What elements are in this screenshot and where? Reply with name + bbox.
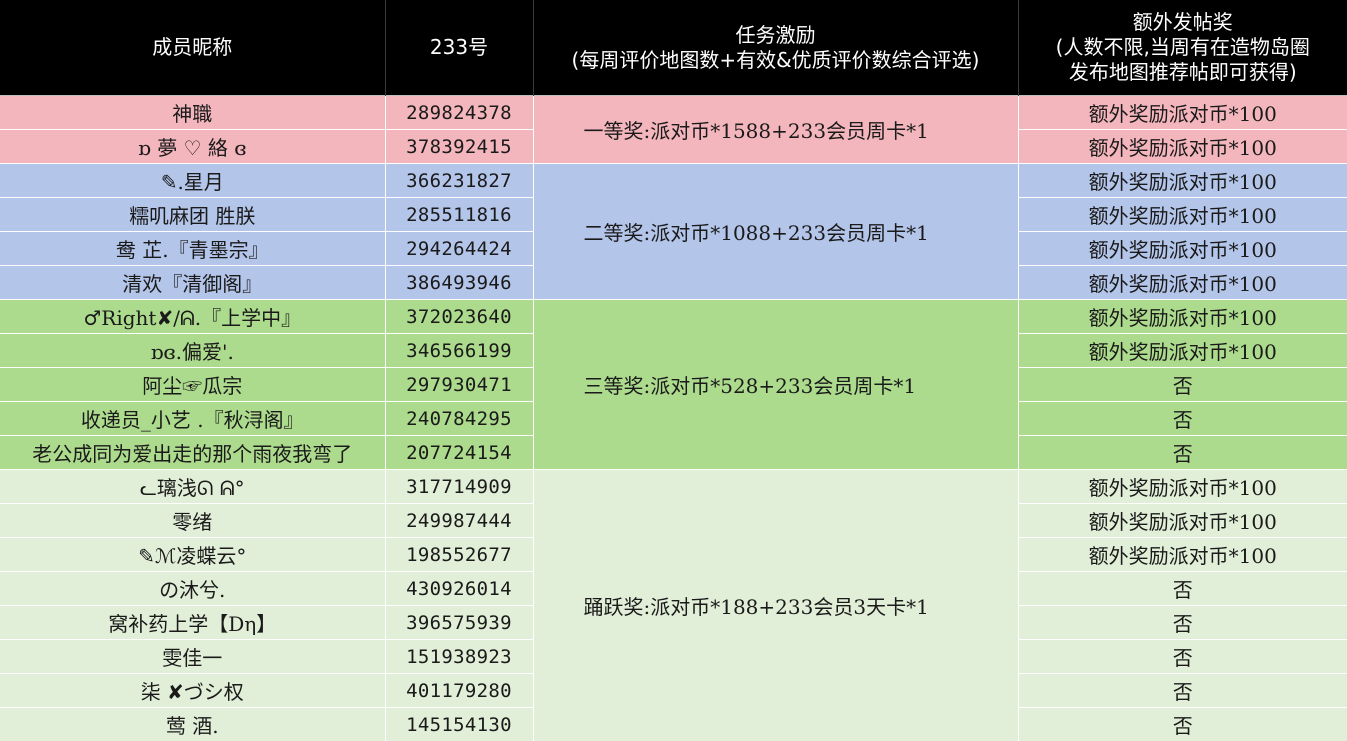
bonus-cell: 否 [1018, 606, 1347, 640]
header-nickname-text: 成员昵称 [0, 35, 385, 60]
member-nickname-cell: 清欢『清御阁』 [0, 266, 385, 300]
header-incentive-line1: 任务激励 [534, 23, 1018, 48]
member-id-cell: 378392415 [385, 130, 533, 164]
member-id-cell: 386493946 [385, 266, 533, 300]
member-nickname-cell: 老公成同为爱出走的那个雨夜我弯了 [0, 436, 385, 470]
bonus-cell: 额外奖励派对币*100 [1018, 334, 1347, 368]
table-row: ✎.星月366231827二等奖:派对币*1088+233会员周卡*1额外奖励派… [0, 164, 1347, 198]
bonus-cell: 额外奖励派对币*100 [1018, 538, 1347, 572]
tier-reward-cell: 三等奖:派对币*528+233会员周卡*1 [533, 300, 1018, 470]
tier-reward-cell: 二等奖:派对币*1088+233会员周卡*1 [533, 164, 1018, 300]
bonus-cell: 额外奖励派对币*100 [1018, 470, 1347, 504]
bonus-cell: 额外奖励派对币*100 [1018, 96, 1347, 130]
member-nickname-cell: ♂Right✘/ᕱ.『上学中』 [0, 300, 385, 334]
header-nickname: 成员昵称 [0, 0, 385, 96]
header-bonus: 额外发帖奖 (人数不限,当周有在造物岛圈 发布地图推荐帖即可获得) [1018, 0, 1347, 96]
member-nickname-cell: ᓚ璃浅ᘏ ᕱ° [0, 470, 385, 504]
bonus-cell: 额外奖励派对币*100 [1018, 198, 1347, 232]
member-id-cell: 249987444 [385, 504, 533, 538]
header-row: 成员昵称 233号 任务激励 (每周评价地图数+有效&优质评价数综合评选) 额外… [0, 0, 1347, 96]
bonus-cell: 否 [1018, 436, 1347, 470]
member-id-cell: 207724154 [385, 436, 533, 470]
member-id-cell: 317714909 [385, 470, 533, 504]
bonus-cell: 额外奖励派对币*100 [1018, 266, 1347, 300]
header-incentive-line2: (每周评价地图数+有效&优质评价数综合评选) [534, 48, 1018, 73]
member-nickname-cell: の沐兮. [0, 572, 385, 606]
header-bonus-line2: (人数不限,当周有在造物岛圈 [1019, 35, 1347, 60]
header-bonus-line3: 发布地图推荐帖即可获得) [1019, 60, 1347, 85]
member-nickname-cell: ɒɞ.偏爱'. [0, 334, 385, 368]
table-row: ᓚ璃浅ᘏ ᕱ°317714909踊跃奖:派对币*188+233会员3天卡*1额外… [0, 470, 1347, 504]
member-id-cell: 240784295 [385, 402, 533, 436]
member-id-cell: 366231827 [385, 164, 533, 198]
member-nickname-cell: 雯佳一 [0, 640, 385, 674]
member-nickname-cell: 零绪 [0, 504, 385, 538]
member-id-cell: 198552677 [385, 538, 533, 572]
bonus-cell: 否 [1018, 402, 1347, 436]
table-row: ♂Right✘/ᕱ.『上学中』372023640三等奖:派对币*528+233会… [0, 300, 1347, 334]
member-id-cell: 297930471 [385, 368, 533, 402]
member-nickname-cell: 收递员_小艺 .『秋浔阁』 [0, 402, 385, 436]
member-nickname-cell: 鸯 芷.『青墨宗』 [0, 232, 385, 266]
header-id: 233号 [385, 0, 533, 96]
table-header: 成员昵称 233号 任务激励 (每周评价地图数+有效&优质评价数综合评选) 额外… [0, 0, 1347, 96]
bonus-cell: 否 [1018, 640, 1347, 674]
member-nickname-cell: ✎.星月 [0, 164, 385, 198]
tier-reward-cell: 一等奖:派对币*1588+233会员周卡*1 [533, 96, 1018, 164]
member-nickname-cell: ɒ 夢 ♡ 絡 ɞ [0, 130, 385, 164]
header-id-text: 233号 [386, 35, 533, 60]
member-id-cell: 396575939 [385, 606, 533, 640]
tier-reward-cell: 踊跃奖:派对币*188+233会员3天卡*1 [533, 470, 1018, 741]
member-id-cell: 294264424 [385, 232, 533, 266]
table-body: 神職289824378一等奖:派对币*1588+233会员周卡*1额外奖励派对币… [0, 96, 1347, 741]
member-nickname-cell: 糯叽麻团 胜朕 [0, 198, 385, 232]
bonus-cell: 否 [1018, 572, 1347, 606]
member-id-cell: 430926014 [385, 572, 533, 606]
member-nickname-cell: 柒 ✘づシ权 [0, 674, 385, 708]
bonus-cell: 额外奖励派对币*100 [1018, 130, 1347, 164]
bonus-cell: 否 [1018, 368, 1347, 402]
bonus-cell: 额外奖励派对币*100 [1018, 164, 1347, 198]
member-id-cell: 346566199 [385, 334, 533, 368]
header-incentive: 任务激励 (每周评价地图数+有效&优质评价数综合评选) [533, 0, 1018, 96]
member-id-cell: 151938923 [385, 640, 533, 674]
bonus-cell: 否 [1018, 674, 1347, 708]
member-nickname-cell: 神職 [0, 96, 385, 130]
member-nickname-cell: ✎ℳ凌蝶云° [0, 538, 385, 572]
member-id-cell: 289824378 [385, 96, 533, 130]
member-id-cell: 285511816 [385, 198, 533, 232]
member-nickname-cell: 窝补药上学【Dη】 [0, 606, 385, 640]
bonus-cell: 额外奖励派对币*100 [1018, 300, 1347, 334]
member-id-cell: 401179280 [385, 674, 533, 708]
table-row: 神職289824378一等奖:派对币*1588+233会员周卡*1额外奖励派对币… [0, 96, 1347, 130]
rewards-table: 成员昵称 233号 任务激励 (每周评价地图数+有效&优质评价数综合评选) 额外… [0, 0, 1347, 741]
member-id-cell: 372023640 [385, 300, 533, 334]
header-bonus-line1: 额外发帖奖 [1019, 10, 1347, 35]
bonus-cell: 额外奖励派对币*100 [1018, 504, 1347, 538]
member-nickname-cell: 阿尘☞瓜宗 [0, 368, 385, 402]
bonus-cell: 额外奖励派对币*100 [1018, 232, 1347, 266]
